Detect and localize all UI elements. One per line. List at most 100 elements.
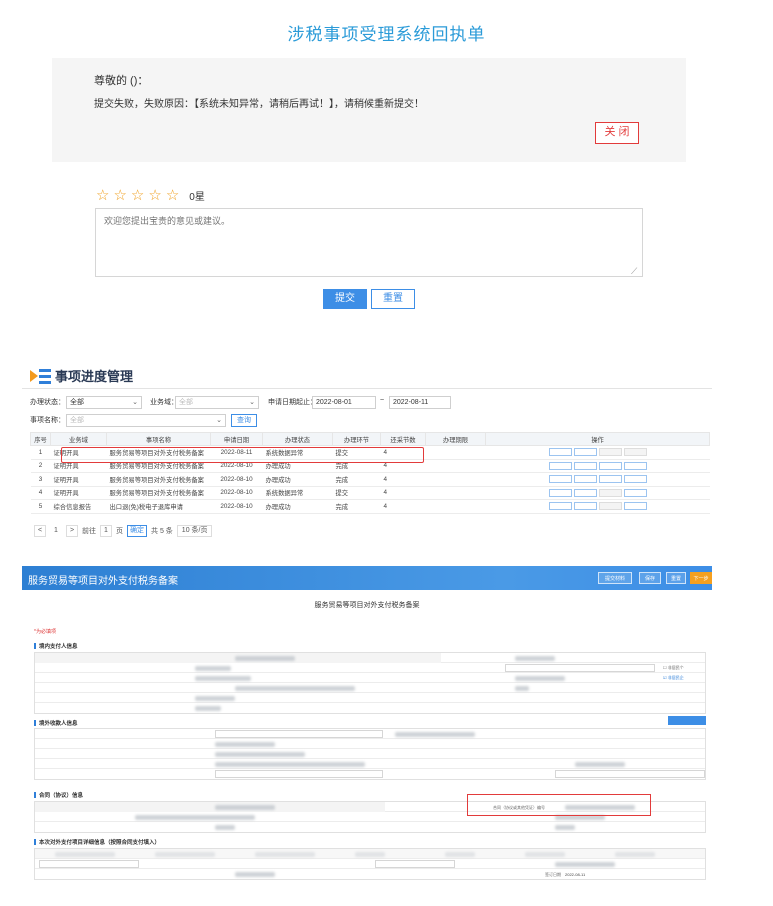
table-row[interactable]: 4 证明开具 服务贸易等项目对外支付税务备案 2022-08-10 系统数据异常…: [30, 486, 710, 500]
item-filter-select[interactable]: 全部 ⌄: [66, 414, 226, 427]
action-button[interactable]: [623, 475, 647, 484]
checkbox-nonresident-person[interactable]: ☐ 非居民个: [663, 665, 684, 671]
status-filter-value: 全部: [70, 399, 84, 406]
row-step: 完成: [332, 472, 381, 487]
row-status: 系统数据异常: [262, 486, 333, 500]
action-button[interactable]: [598, 488, 622, 497]
row-business: 综合信息报告: [50, 499, 107, 514]
row-item: 服务贸易等项目对外支付税务备案: [106, 472, 211, 487]
action-button[interactable]: [598, 475, 622, 484]
current-page[interactable]: 1: [50, 525, 62, 537]
column-header: 还采节数: [380, 432, 426, 446]
star-icon[interactable]: ☆: [131, 186, 144, 204]
row-actions: [485, 445, 710, 460]
action-button[interactable]: [573, 475, 597, 484]
action-button[interactable]: [548, 475, 572, 484]
form-title: 服务贸易等项目对外支付税务备案: [314, 602, 420, 609]
column-header: 申请日期: [210, 432, 263, 446]
progress-title: 事项进度管理: [55, 369, 134, 384]
close-button[interactable]: 关 闭: [595, 122, 639, 144]
row-index: 3: [30, 472, 51, 487]
column-header: 办理环节: [332, 432, 381, 446]
action-button[interactable]: [598, 461, 622, 470]
highlight-box: [467, 794, 651, 816]
receipt-message-box: 尊敬的 ()： 提交失败，失败原因：【系统未知异常，请稍后再试！】，请稍候重新提…: [52, 58, 686, 162]
row-item: 出口退(免)税电子退库申请: [106, 499, 211, 514]
chevron-down-icon: ⌄: [216, 417, 222, 424]
row-date: 2022-08-10: [210, 499, 263, 514]
action-button[interactable]: [548, 448, 572, 457]
failure-message: 提交失败，失败原因：【系统未知异常，请稍后再试！】，请稍候重新提交！: [94, 99, 424, 110]
action-button[interactable]: [623, 461, 647, 470]
star-icon[interactable]: ☆: [166, 186, 179, 204]
action-button[interactable]: [623, 502, 647, 511]
payment-item-select[interactable]: [39, 860, 139, 868]
row-item: 服务贸易等项目对外支付税务备案: [106, 486, 211, 500]
contract-date-value: 2022-08-11: [565, 872, 586, 877]
receipt-panel: 涉税事项受理系统回执单 尊敬的 ()： 提交失败，失败原因：【系统未知异常，请稍…: [0, 0, 773, 340]
add-payee-button[interactable]: [668, 716, 706, 725]
next-page-button[interactable]: >: [66, 525, 78, 537]
submit-button[interactable]: 提交: [323, 289, 367, 309]
action-button[interactable]: [623, 488, 647, 497]
row-index: 1: [30, 445, 51, 460]
column-header: 业务域: [50, 432, 107, 446]
date-to-input[interactable]: 2022-08-11: [389, 396, 451, 409]
comment-textarea[interactable]: [95, 208, 643, 277]
payee-country-select[interactable]: [215, 730, 383, 738]
row-count: 4: [380, 472, 426, 487]
star-icon[interactable]: ☆: [148, 186, 161, 204]
star-rating[interactable]: ☆ ☆ ☆ ☆ ☆ 0星: [96, 186, 205, 204]
reset-form-button[interactable]: 重置: [666, 572, 686, 584]
reset-button[interactable]: 重置: [371, 289, 415, 309]
star-icon[interactable]: ☆: [113, 186, 126, 204]
receipt-title: 涉税事项受理系统回执单: [287, 25, 486, 44]
status-filter-select[interactable]: 全部 ⌄: [66, 396, 142, 409]
chevron-down-icon: ⌄: [249, 399, 255, 406]
row-deadline: [425, 499, 486, 514]
star-icon[interactable]: ☆: [96, 186, 109, 204]
tax-filing-panel: 服务贸易等项目对外支付税务备案 提交材料 保存 重置 下一步 服务贸易等项目对外…: [22, 566, 712, 888]
action-button[interactable]: [573, 448, 597, 457]
required-note: *为必填项: [34, 629, 56, 635]
payee-treaty-select[interactable]: [555, 770, 705, 778]
goto-page-input[interactable]: 1: [100, 525, 112, 537]
section-contract-title: 合同（协议）信息: [34, 791, 83, 799]
action-button[interactable]: [548, 461, 572, 470]
resize-grip-icon[interactable]: ⟋: [631, 266, 637, 277]
column-header: 操作: [485, 432, 710, 446]
row-index: 5: [30, 499, 51, 514]
confirm-page-button[interactable]: 确定: [127, 525, 147, 537]
action-button[interactable]: [623, 448, 647, 457]
row-business: 证明开具: [50, 486, 107, 500]
action-button[interactable]: [573, 461, 597, 470]
date-from-input[interactable]: 2022-08-01: [312, 396, 376, 409]
payee-type-select[interactable]: [215, 770, 383, 778]
row-actions: [485, 472, 710, 487]
query-button[interactable]: 查询: [231, 414, 257, 427]
currency-select[interactable]: [375, 860, 455, 868]
table-row[interactable]: 3 证明开具 服务贸易等项目对外支付税务备案 2022-08-10 办理成功 完…: [30, 472, 710, 487]
table-row[interactable]: 5 综合信息报告 出口退(免)税电子退库申请 2022-08-10 办理成功 完…: [30, 499, 710, 514]
row-step: 完成: [332, 499, 381, 514]
checkbox-nonresident-enterprise[interactable]: ☑ 非居民企: [663, 675, 684, 681]
action-button[interactable]: [548, 502, 572, 511]
total-count: 共 5 条: [151, 528, 173, 535]
action-button[interactable]: [573, 502, 597, 511]
prev-page-button[interactable]: <: [34, 525, 46, 537]
column-header: 序号: [30, 432, 51, 446]
save-button[interactable]: 保存: [639, 572, 661, 584]
row-deadline: [425, 486, 486, 500]
payer-select[interactable]: [505, 664, 655, 672]
greeting-text: 尊敬的 ()：: [94, 75, 149, 87]
submit-materials-button[interactable]: 提交材料: [598, 572, 632, 584]
status-filter-label: 办理状态：: [30, 399, 65, 406]
action-button[interactable]: [598, 502, 622, 511]
business-filter-select[interactable]: 全部 ⌄: [175, 396, 259, 409]
row-status: 办理成功: [262, 472, 333, 487]
action-button[interactable]: [598, 448, 622, 457]
action-button[interactable]: [573, 488, 597, 497]
page-size-select[interactable]: 10 条/页: [176, 525, 213, 537]
next-step-button[interactable]: 下一步: [690, 572, 712, 584]
action-button[interactable]: [548, 488, 572, 497]
